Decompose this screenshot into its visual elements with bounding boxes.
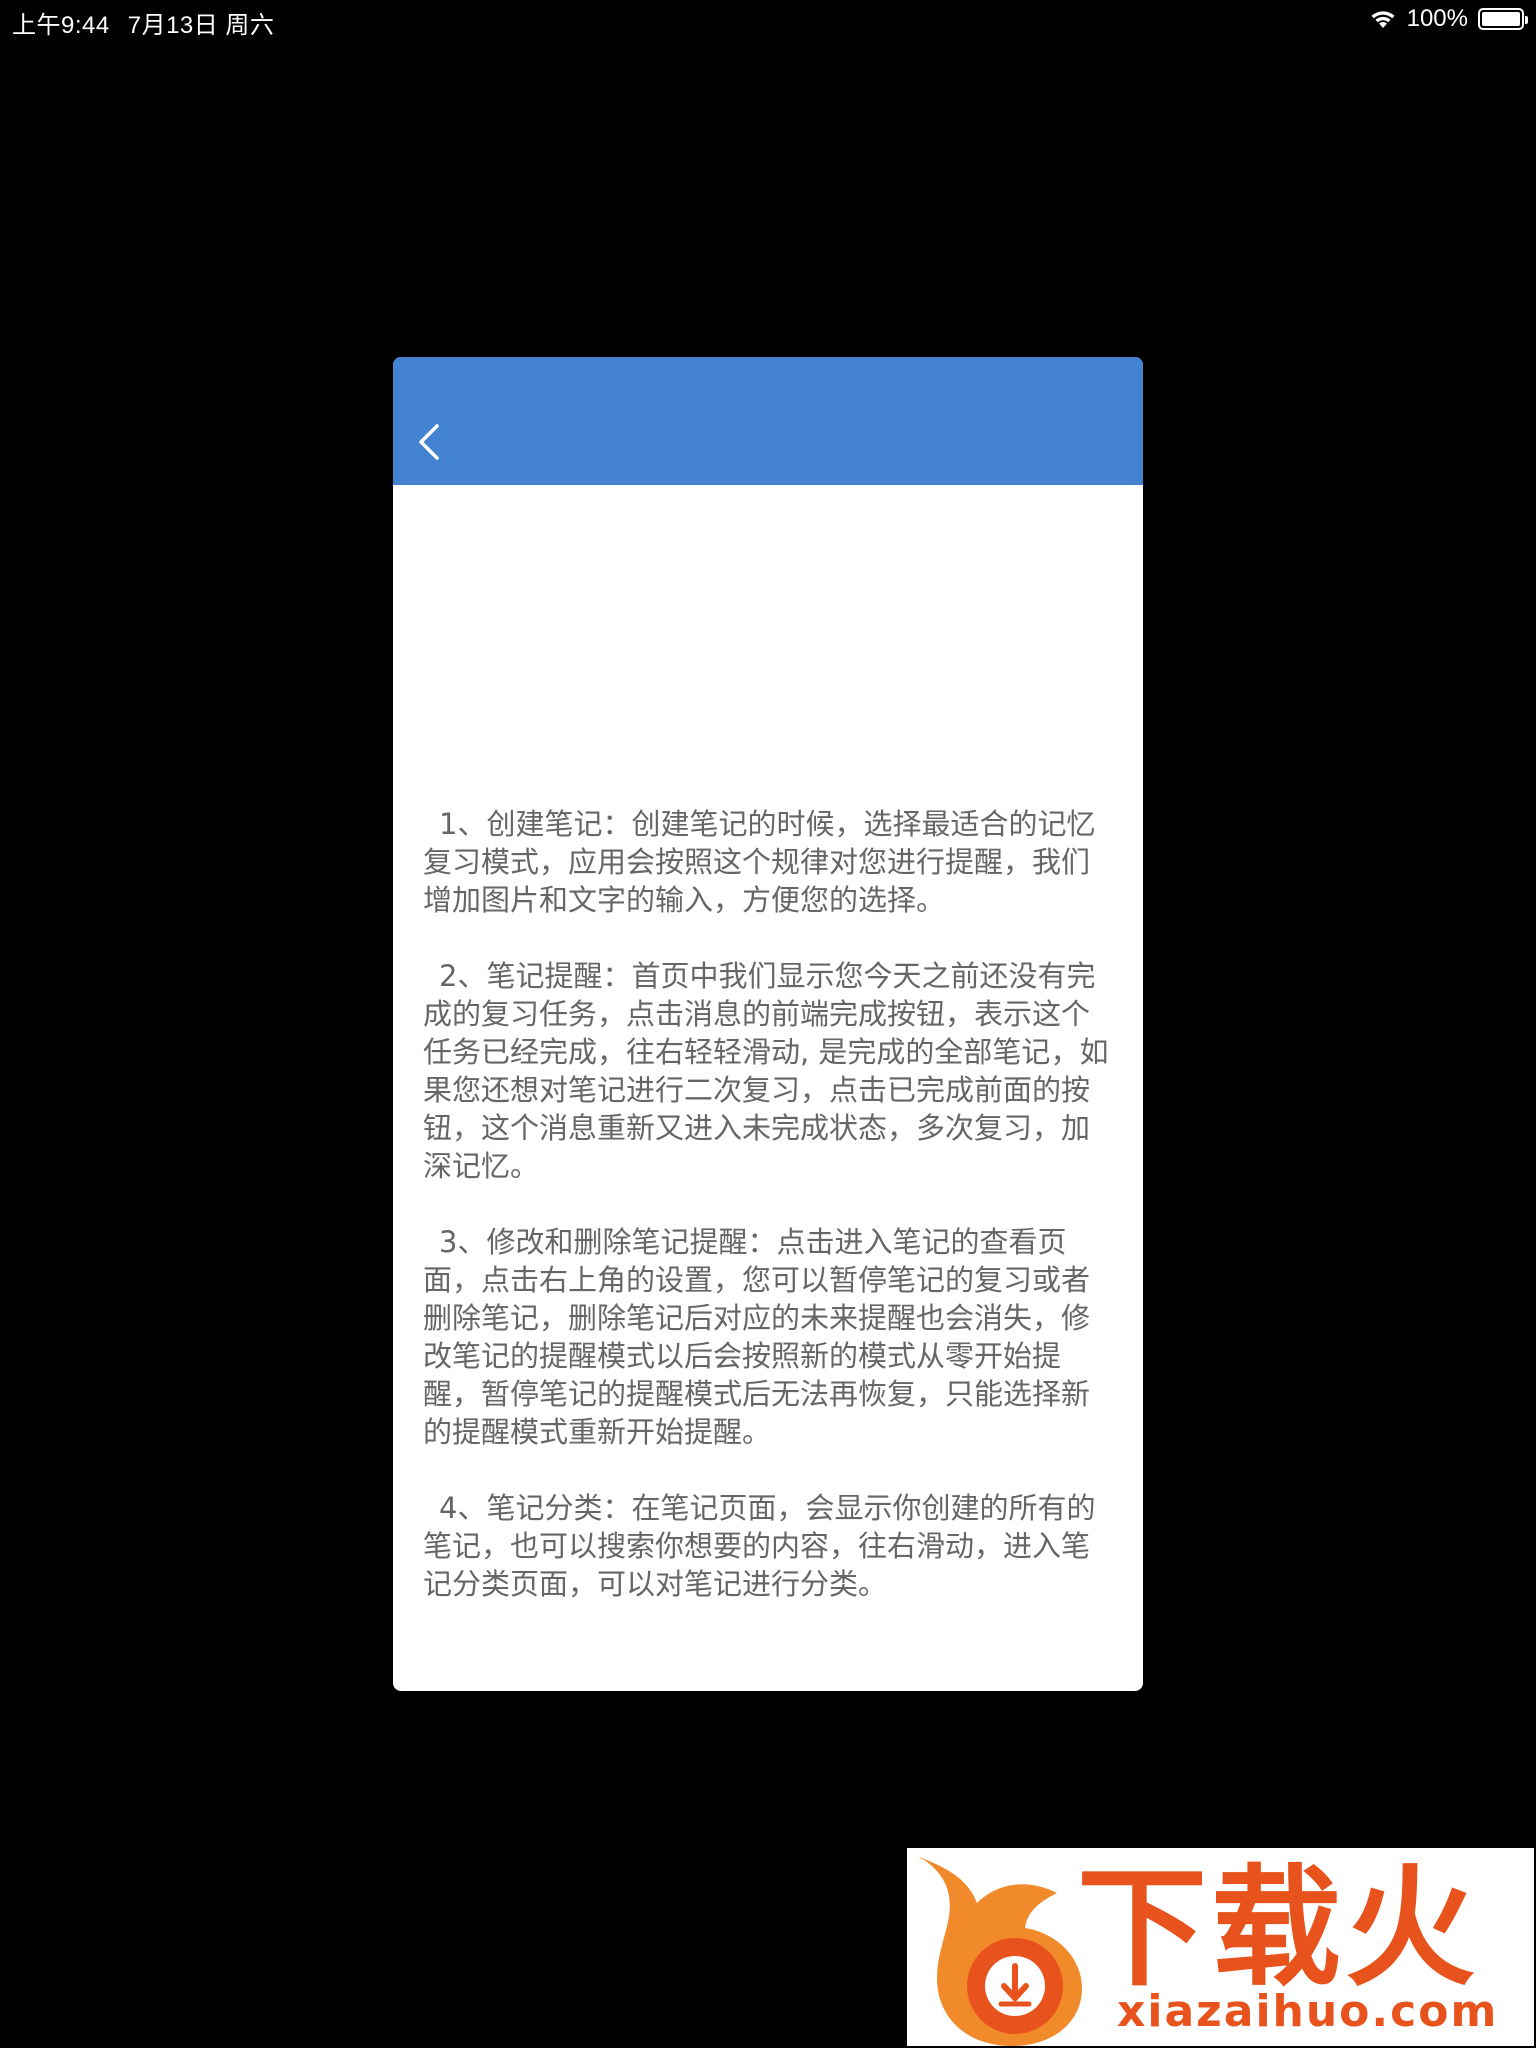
watermark-logo: 下载火 xiazaihuo.com (907, 1848, 1534, 2046)
help-paragraph: 3、修改和删除笔记提醒：点击进入笔记的查看页面，点击右上角的设置，您可以暂停笔记… (423, 1225, 1091, 1449)
watermark-brand: 下载火 (1077, 1852, 1480, 2004)
status-date: 7月13日 周六 (127, 12, 275, 39)
help-paragraph: 1、创建笔记：创建笔记的时候，选择最适合的记忆复习模式，应用会按照这个规律对您进… (423, 807, 1096, 917)
status-time: 上午9:44 (12, 12, 110, 39)
battery-icon (1478, 8, 1528, 30)
screen: 上午9:44 7月13日 周六 100% 1、创建笔记：创建笔记的时候，选择最适… (0, 0, 1536, 2048)
status-bar: 上午9:44 7月13日 周六 100% (0, 0, 1536, 40)
battery-percent: 100% (1406, 5, 1468, 32)
card-header (393, 357, 1143, 485)
flame-logo-icon (917, 1856, 1082, 2046)
status-left: 上午9:44 7月13日 周六 (12, 5, 274, 40)
watermark-domain: xiazaihuo.com (1117, 1986, 1499, 2037)
wifi-icon (1369, 8, 1397, 30)
help-paragraph: 2、笔记提醒：首页中我们显示您今天之前还没有完成的复习任务，点击消息的前端完成按… (423, 959, 1109, 1183)
battery-fill (1482, 12, 1520, 26)
status-right: 100% (1369, 5, 1528, 33)
chevron-left-icon (417, 422, 441, 466)
back-button[interactable] (409, 419, 449, 469)
help-card: 1、创建笔记：创建笔记的时候，选择最适合的记忆复习模式，应用会按照这个规律对您进… (393, 357, 1143, 1691)
help-content: 1、创建笔记：创建笔记的时候，选择最适合的记忆复习模式，应用会按照这个规律对您进… (423, 805, 1115, 1603)
help-paragraph: 4、笔记分类：在笔记页面，会显示你创建的所有的笔记，也可以搜索你想要的内容，往右… (423, 1491, 1096, 1601)
